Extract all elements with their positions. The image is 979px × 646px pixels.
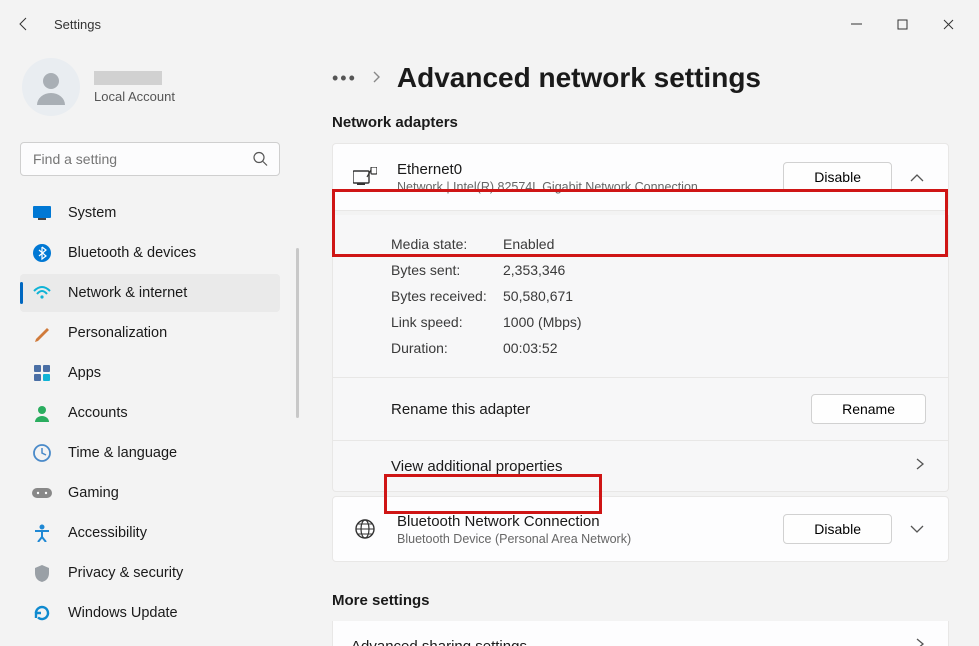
chevron-right-icon [914, 637, 926, 646]
sidebar-item-label: System [68, 205, 116, 221]
adapter-desc: Bluetooth Device (Personal Area Network) [397, 532, 783, 546]
accounts-icon [32, 403, 52, 423]
adapter-desc: Network | Intel(R) 82574L Gigabit Networ… [397, 180, 783, 194]
advanced-sharing-row[interactable]: Advanced sharing settings [332, 621, 949, 646]
sidebar-item-system[interactable]: System [20, 194, 280, 232]
sidebar-item-label: Time & language [68, 445, 177, 461]
stat-value: Enabled [503, 236, 554, 252]
personalization-icon [32, 323, 52, 343]
disable-button[interactable]: Disable [783, 514, 892, 544]
adapter-stats: Media state:Enabled Bytes sent:2,353,346… [333, 215, 948, 377]
rename-adapter-label: Rename this adapter [391, 401, 811, 418]
shield-icon [32, 563, 52, 583]
sidebar-item-personalization[interactable]: Personalization [20, 314, 280, 352]
close-button[interactable] [925, 8, 971, 40]
update-icon [32, 603, 52, 623]
sidebar-item-time-language[interactable]: Time & language [20, 434, 280, 472]
sidebar-item-label: Apps [68, 365, 101, 381]
adapter-name: Bluetooth Network Connection [397, 513, 783, 530]
sidebar-item-network[interactable]: Network & internet [20, 274, 280, 312]
search-input[interactable] [20, 142, 280, 176]
chevron-up-icon[interactable] [908, 168, 926, 186]
sidebar-item-label: Network & internet [68, 285, 187, 301]
stat-label: Bytes received: [391, 288, 503, 304]
search-icon [253, 152, 268, 167]
adapter-ethernet-row[interactable]: Ethernet0 Network | Intel(R) 82574L Giga… [333, 144, 948, 210]
apps-icon [32, 363, 52, 383]
sidebar-item-gaming[interactable]: Gaming [20, 474, 280, 512]
sidebar-item-bluetooth[interactable]: Bluetooth & devices [20, 234, 280, 272]
globe-icon [351, 518, 379, 540]
chevron-down-icon[interactable] [908, 520, 926, 538]
user-account-type: Local Account [94, 89, 175, 104]
system-icon [32, 203, 52, 223]
bluetooth-icon [32, 243, 52, 263]
avatar [22, 58, 80, 116]
section-title-more: More settings [332, 592, 949, 609]
maximize-button[interactable] [879, 8, 925, 40]
sidebar-item-apps[interactable]: Apps [20, 354, 280, 392]
section-title-adapters: Network adapters [332, 114, 949, 131]
sidebar-item-label: Privacy & security [68, 565, 183, 581]
breadcrumb-more[interactable]: ••• [332, 64, 357, 92]
view-additional-properties-row[interactable]: View additional properties [333, 441, 948, 491]
adapter-name: Ethernet0 [397, 161, 783, 178]
scrollbar-indicator[interactable] [296, 248, 299, 418]
stat-label: Duration: [391, 340, 503, 356]
window-title: Settings [54, 17, 101, 32]
sidebar-item-label: Bluetooth & devices [68, 245, 196, 261]
disable-button[interactable]: Disable [783, 162, 892, 192]
ethernet-icon [351, 167, 379, 187]
wifi-icon [32, 283, 52, 303]
sidebar-item-accessibility[interactable]: Accessibility [20, 514, 280, 552]
sidebar-item-accounts[interactable]: Accounts [20, 394, 280, 432]
clock-icon [32, 443, 52, 463]
sidebar-item-label: Windows Update [68, 605, 178, 621]
accessibility-icon [32, 523, 52, 543]
stat-value: 00:03:52 [503, 340, 558, 356]
stat-value: 1000 (Mbps) [503, 314, 582, 330]
sidebar-item-windows-update[interactable]: Windows Update [20, 594, 280, 632]
gaming-icon [32, 483, 52, 503]
rename-adapter-row: Rename this adapter Rename [333, 378, 948, 440]
sidebar-item-label: Accounts [68, 405, 128, 421]
stat-label: Media state: [391, 236, 503, 252]
back-button[interactable] [8, 8, 40, 40]
stat-label: Link speed: [391, 314, 503, 330]
stat-value: 50,580,671 [503, 288, 573, 304]
minimize-button[interactable] [833, 8, 879, 40]
sidebar-item-label: Accessibility [68, 525, 147, 541]
chevron-right-icon [373, 71, 381, 86]
chevron-right-icon [914, 457, 926, 475]
sidebar-item-privacy[interactable]: Privacy & security [20, 554, 280, 592]
rename-button[interactable]: Rename [811, 394, 926, 424]
page-title: Advanced network settings [397, 62, 761, 94]
stat-value: 2,353,346 [503, 262, 565, 278]
adapter-bluetooth-row[interactable]: Bluetooth Network Connection Bluetooth D… [332, 496, 949, 562]
view-additional-label: View additional properties [391, 458, 914, 475]
stat-label: Bytes sent: [391, 262, 503, 278]
sidebar-item-label: Personalization [68, 325, 167, 341]
user-name-placeholder [94, 71, 162, 85]
advanced-sharing-label: Advanced sharing settings [351, 638, 914, 646]
user-block[interactable]: Local Account [20, 56, 280, 134]
sidebar-item-label: Gaming [68, 485, 119, 501]
